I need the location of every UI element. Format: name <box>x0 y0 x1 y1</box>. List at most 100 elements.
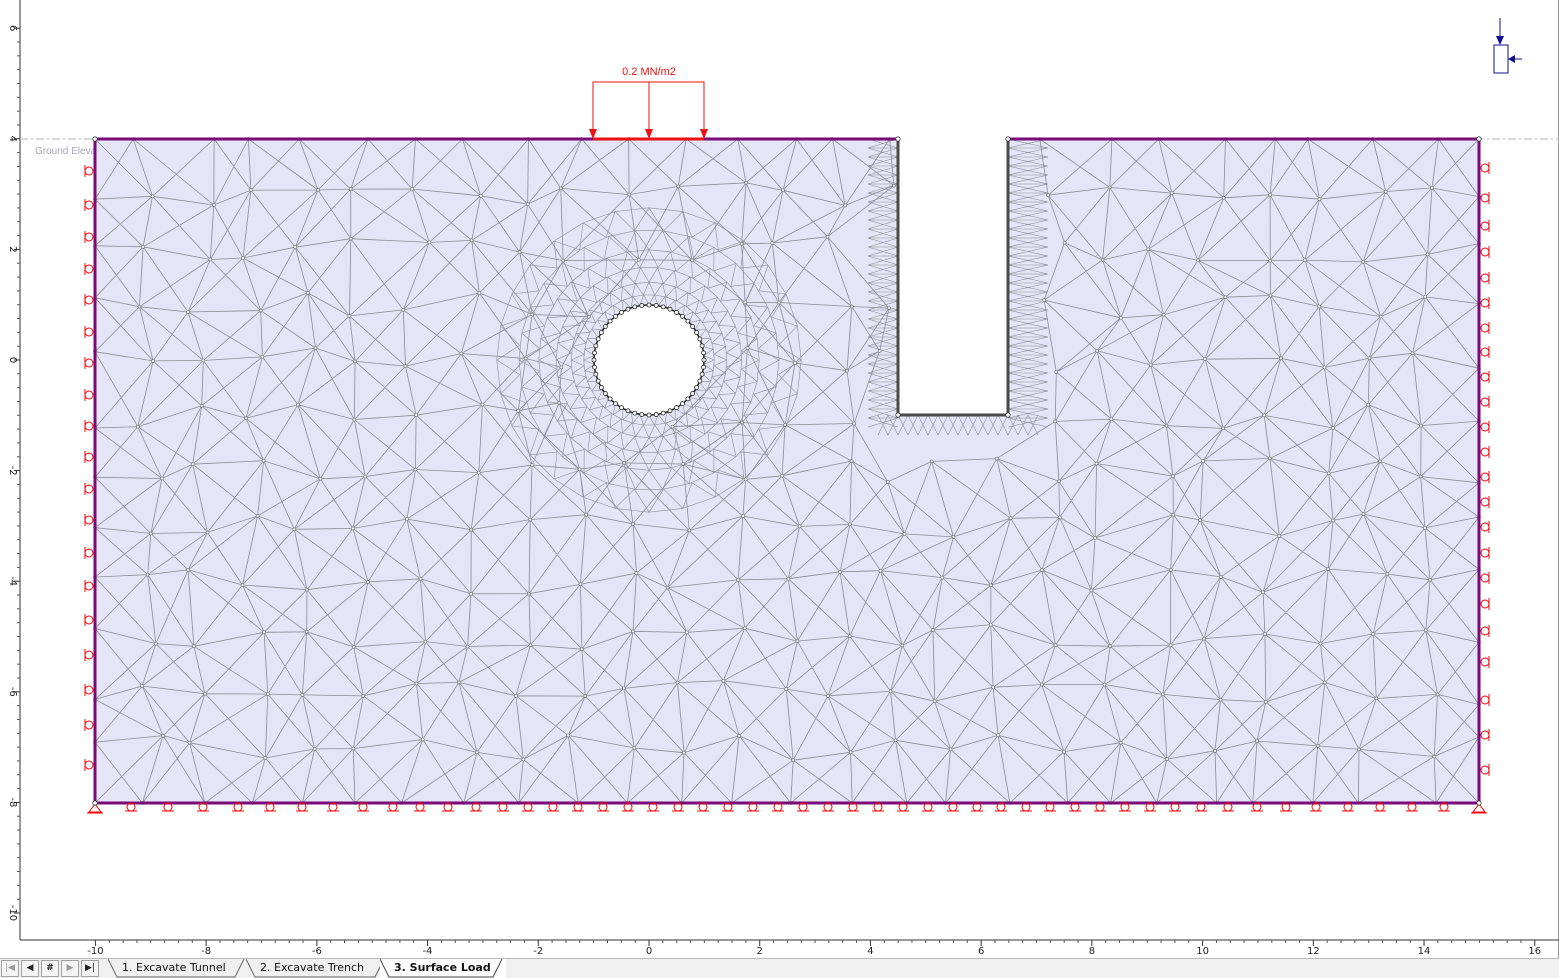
x-restraint-icon <box>1480 656 1490 668</box>
y-tick-label: -6 <box>7 687 18 697</box>
distributed-load[interactable]: 0.2 MN/m2 <box>589 66 708 141</box>
tunnel-node <box>639 303 645 308</box>
trench-excavation[interactable] <box>896 137 1010 417</box>
boundary-vertex[interactable] <box>895 412 901 418</box>
y-tick-label: -8 <box>7 797 18 807</box>
stage-tab-bar: |◀ ◀ # ▶ ▶| 1. Excavate Tunnel 2. Excava… <box>0 958 1559 978</box>
x-restraint-icon <box>84 451 94 463</box>
x-restraint-icon <box>84 231 94 243</box>
x-tick-label: -8 <box>201 946 211 957</box>
tunnel-node <box>701 350 706 356</box>
x-restraint-icon <box>84 759 94 771</box>
tunnel-node <box>607 318 613 324</box>
tunnel-node <box>646 412 652 418</box>
x-tick-label: 6 <box>978 946 984 957</box>
load-magnitude-label: 0.2 MN/m2 <box>622 66 676 78</box>
x-restraint-icon <box>1480 272 1490 284</box>
x-restraint-icon <box>1480 598 1490 610</box>
x-restraint-icon <box>1480 220 1490 232</box>
y-tick-label: 6 <box>7 25 18 31</box>
tunnel-node <box>591 357 597 363</box>
x-restraint-icon <box>84 420 94 432</box>
first-stage-button[interactable]: |◀ <box>1 960 19 977</box>
x-restraint-icon <box>1480 496 1490 508</box>
x-restraint-icon <box>1480 322 1490 334</box>
y-tick-label: 2 <box>7 246 18 252</box>
tab-excavate-tunnel[interactable]: 1. Excavate Tunnel <box>108 959 248 978</box>
tunnel-node <box>653 303 659 308</box>
x-tick-label: -10 <box>87 946 103 957</box>
tab-surface-load[interactable]: 3. Surface Load <box>380 959 506 978</box>
y-tick-label: 0 <box>7 357 18 363</box>
tunnel-node <box>694 385 699 390</box>
tunnel-node <box>603 324 608 329</box>
tunnel-node <box>595 336 601 342</box>
x-restraint-icon <box>84 326 94 338</box>
tunnel-node <box>613 401 618 407</box>
x-restraint-icon <box>1480 246 1490 258</box>
tunnel-node <box>680 313 685 319</box>
finite-element-model[interactable]: 6 4 2 0 -2 -4 -6 -8 -10 -10 -8 -6 -4 -2 0 2 4 6 8 10 12 14 16… <box>0 0 1559 958</box>
x-restraint-icon <box>84 580 94 592</box>
x-restraint-icon <box>1480 471 1490 483</box>
boundary-vertex[interactable] <box>1476 136 1482 142</box>
x-restraint-icon <box>1480 192 1490 204</box>
x-tick-label: -2 <box>533 946 543 957</box>
tab-label: 3. Surface Load <box>394 961 491 974</box>
y-tick-label: -4 <box>7 576 18 586</box>
tunnel-node <box>592 350 597 356</box>
x-restraint-icon <box>1480 729 1490 741</box>
trench-opening <box>898 137 1008 141</box>
last-stage-button[interactable]: ▶| <box>81 960 99 977</box>
tunnel-node <box>592 364 597 370</box>
tunnel-node <box>690 324 695 329</box>
boundary-vertex[interactable] <box>92 800 98 806</box>
tunnel-node <box>701 357 707 363</box>
tab-excavate-trench[interactable]: 2. Excavate Trench <box>246 959 388 978</box>
x-tick-label: -6 <box>312 946 322 957</box>
x-restraint-icon <box>1480 764 1490 776</box>
boundary-vertex[interactable] <box>1005 412 1011 418</box>
tab-label: 2. Excavate Trench <box>260 961 365 974</box>
x-restraint-icon <box>84 614 94 626</box>
tunnel-node <box>660 304 666 310</box>
tunnel-node <box>685 318 691 324</box>
tunnel-node <box>625 306 631 312</box>
next-stage-button[interactable]: ▶ <box>61 960 79 977</box>
tunnel-node <box>639 412 645 417</box>
tunnel-node <box>653 412 659 417</box>
tunnel-node <box>667 408 673 414</box>
x-restraint-icon <box>1480 421 1490 433</box>
y-tick-label: 4 <box>7 136 18 142</box>
x-restraint-icon <box>84 547 94 559</box>
x-tick-label: 16 <box>1528 946 1541 957</box>
boundary-vertex[interactable] <box>1005 136 1011 142</box>
x-restraint-icon <box>84 719 94 731</box>
x-tick-label: 2 <box>757 946 763 957</box>
x-restraint-icon <box>1480 396 1490 408</box>
tunnel-node <box>680 401 685 407</box>
tunnel-node <box>632 410 638 416</box>
tunnel-node <box>699 343 705 349</box>
x-restraint-icon <box>1480 297 1490 309</box>
x-restraint-icon <box>1480 547 1490 559</box>
stage-list-button[interactable]: # <box>41 960 59 977</box>
boundary-vertex[interactable] <box>895 136 901 142</box>
tunnel-node <box>690 391 695 396</box>
x-restraint-icon <box>1480 346 1490 358</box>
y-tick-label: -10 <box>7 905 18 921</box>
x-tick-label: 4 <box>867 946 873 957</box>
model-viewport[interactable]: 6 4 2 0 -2 -4 -6 -8 -10 -10 -8 -6 -4 -2 0 2 4 6 8 10 12 14 16… <box>0 0 1559 958</box>
tunnel-node <box>674 309 679 315</box>
x-restraint-icon <box>1480 694 1490 706</box>
tunnel-node <box>603 391 608 396</box>
boundary-vertex[interactable] <box>1476 800 1482 806</box>
tunnel-node <box>660 410 666 416</box>
x-tick-label: 10 <box>1196 946 1209 957</box>
x-restraint-icon <box>84 684 94 696</box>
previous-stage-button[interactable]: ◀ <box>21 960 39 977</box>
boundary-vertex[interactable] <box>92 136 98 142</box>
tunnel-node <box>699 371 705 377</box>
x-restraint-icon <box>1480 625 1490 637</box>
tunnel-node <box>632 304 638 310</box>
